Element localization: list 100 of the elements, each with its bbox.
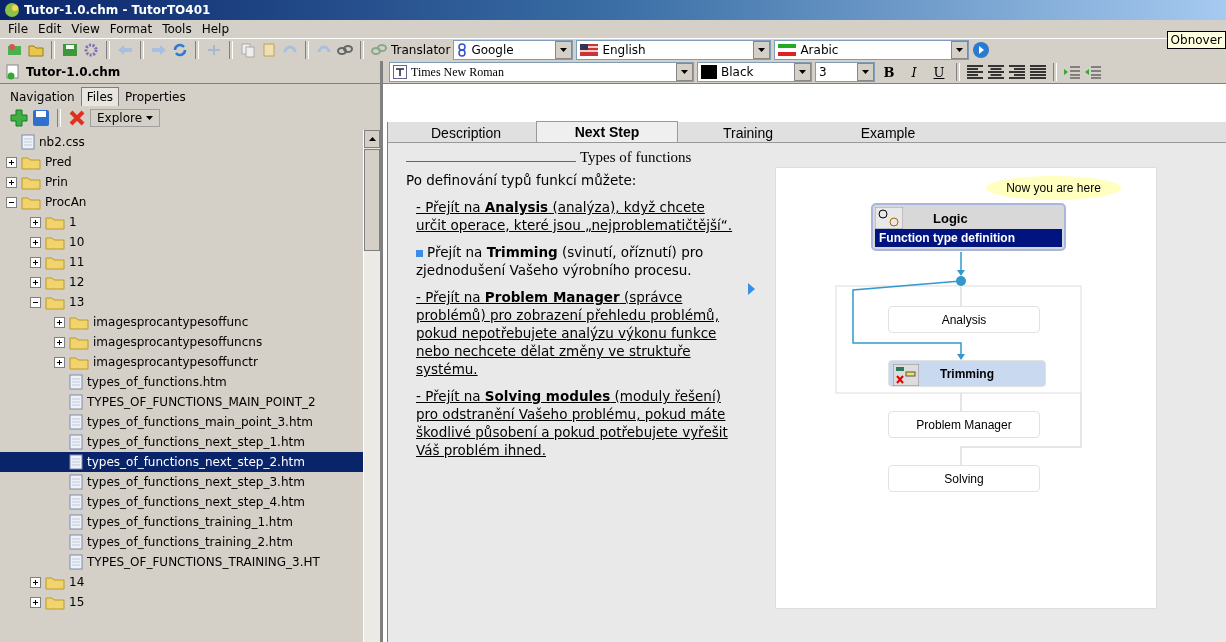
tree-item[interactable]: 15 xyxy=(0,592,363,612)
menu-item[interactable]: Help xyxy=(201,22,230,36)
outdent-icon[interactable] xyxy=(1084,65,1102,79)
tree-item[interactable]: imagesprocantypesoffunctr xyxy=(0,352,363,372)
expander-icon[interactable] xyxy=(6,156,17,168)
source-language-dropdown[interactable]: English xyxy=(576,40,772,60)
explore-button[interactable]: Explore xyxy=(90,109,161,127)
delete-icon[interactable] xyxy=(68,109,86,127)
expander-icon[interactable] xyxy=(54,316,65,328)
logic-icon xyxy=(875,207,903,229)
color-dropdown[interactable]: Black xyxy=(697,62,812,82)
save-icon[interactable] xyxy=(32,109,50,127)
pane-tab[interactable]: Properties xyxy=(119,87,192,106)
folder-icon xyxy=(21,154,41,170)
tree-item[interactable]: 12 xyxy=(0,272,363,292)
section-heading: Types of functions xyxy=(580,149,692,166)
tree-item[interactable]: 13 xyxy=(0,292,363,312)
engine-dropdown[interactable]: Google xyxy=(453,40,574,60)
connector-arrow xyxy=(957,251,965,276)
expander-icon[interactable] xyxy=(30,256,41,268)
tree-item[interactable]: types_of_functions_training_2.htm xyxy=(0,532,363,552)
link[interactable]: - Přejít na Solving modules (moduly řešení) pro odstranění Vašeho problému, pokud máte škodlivé působení a pokud potřebujete vyřešit Váš problém ihned. xyxy=(416,387,736,459)
expander-icon[interactable] xyxy=(54,356,65,368)
expander-icon[interactable] xyxy=(30,596,41,608)
file-icon xyxy=(69,494,83,510)
color-swatch-icon xyxy=(701,65,717,79)
menu-item[interactable]: View xyxy=(71,22,100,36)
style-button[interactable]: I xyxy=(903,63,925,81)
tree-item[interactable]: types_of_functions.htm xyxy=(0,372,363,392)
tree-item[interactable]: ProcAn xyxy=(0,192,363,212)
tree-item[interactable]: 14 xyxy=(0,572,363,592)
tree-item[interactable]: 11 xyxy=(0,252,363,272)
dropdown-arrow-icon xyxy=(758,48,766,52)
node-subtitle: Function type definition xyxy=(875,229,1062,247)
align-center-icon[interactable] xyxy=(987,65,1005,79)
content-tab[interactable]: Next Step xyxy=(536,121,678,142)
indent-icon[interactable] xyxy=(1063,65,1081,79)
font-dropdown[interactable]: Times New Roman xyxy=(389,62,694,82)
tree-item[interactable]: types_of_functions_next_step_4.htm xyxy=(0,492,363,512)
tree-item[interactable]: types_of_functions_next_step_3.htm xyxy=(0,472,363,492)
expander-icon[interactable] xyxy=(30,576,41,588)
scroll-thumb[interactable] xyxy=(364,149,380,251)
tree-item[interactable]: types_of_functions_next_step_2.htm xyxy=(0,452,363,472)
tree-item[interactable]: types_of_functions_next_step_1.htm xyxy=(0,432,363,452)
tree-item[interactable]: TYPES_OF_FUNCTIONS_TRAINING_3.HT xyxy=(0,552,363,572)
style-button[interactable]: U xyxy=(928,63,950,81)
tree-item[interactable]: 1 xyxy=(0,212,363,232)
link-icon[interactable] xyxy=(336,42,354,58)
flag-icon xyxy=(580,44,599,56)
diagram-node: Problem Manager xyxy=(888,411,1040,438)
menu-item[interactable]: Edit xyxy=(38,22,62,36)
content-tab[interactable]: Training xyxy=(678,124,818,142)
file-icon xyxy=(69,534,83,550)
tree-item[interactable]: TYPES_OF_FUNCTIONS_MAIN_POINT_2 xyxy=(0,392,363,412)
expander-icon[interactable] xyxy=(54,336,65,348)
translator-label: Translator xyxy=(391,43,451,57)
expander-icon[interactable] xyxy=(30,296,41,308)
dropdown-arrow-icon xyxy=(681,70,688,74)
app-icon xyxy=(4,2,20,18)
expander-icon[interactable] xyxy=(6,196,17,208)
menu-item[interactable]: File xyxy=(8,22,29,36)
align-left-icon[interactable] xyxy=(966,65,984,79)
scrollbar[interactable] xyxy=(363,130,380,642)
pane-tab[interactable]: Files xyxy=(80,87,120,106)
tree-item[interactable]: types_of_functions_main_point_3.htm xyxy=(0,412,363,432)
tooltip: Obnover xyxy=(1166,31,1226,49)
link[interactable]: - Přejít na Problem Manager (správce problémů) pro zobrazení přehledu problémů, pokud nepotřebujete analýzu výkonu funkce nebo nechcete dělat změny ve struktuře systému. xyxy=(416,288,736,378)
tree-item[interactable]: 10 xyxy=(0,232,363,252)
file-icon xyxy=(69,454,83,470)
go-icon[interactable] xyxy=(972,41,991,59)
tree-item[interactable]: nb2.css xyxy=(0,132,363,152)
justify-icon[interactable] xyxy=(1029,65,1047,79)
target-language-dropdown[interactable]: Arabic xyxy=(774,40,970,60)
expander-icon[interactable] xyxy=(30,236,41,248)
folder-icon xyxy=(45,574,65,590)
save-icon[interactable] xyxy=(61,42,79,58)
menu-item[interactable]: Format xyxy=(109,22,153,36)
menu-item[interactable]: Tools xyxy=(162,22,192,36)
tree-item[interactable]: Prin xyxy=(0,172,363,192)
expander-icon[interactable] xyxy=(6,176,17,188)
intro-text: Po definování typů funkcí můžete: xyxy=(406,172,638,188)
expander-icon[interactable] xyxy=(30,216,41,228)
content-tab[interactable]: Description xyxy=(396,124,536,142)
tree-item[interactable]: Pred xyxy=(0,152,363,172)
pane-tab[interactable]: Navigation xyxy=(4,87,81,106)
gear-icon[interactable] xyxy=(82,42,100,58)
scroll-up-icon[interactable] xyxy=(368,137,376,141)
tree-item[interactable]: imagesprocantypesoffunc xyxy=(0,312,363,332)
style-button[interactable]: B xyxy=(878,63,900,81)
align-right-icon[interactable] xyxy=(1008,65,1026,79)
expander-icon[interactable] xyxy=(30,276,41,288)
size-dropdown[interactable]: 3 xyxy=(815,62,875,82)
tree-item[interactable]: types_of_functions_training_1.htm xyxy=(0,512,363,532)
content-tab[interactable]: Example xyxy=(818,124,958,142)
link[interactable]: - Přejít na Analysis (analýza), když chcete určit operace, které jsou „nejproblematičtější“. xyxy=(416,198,736,234)
add-icon[interactable] xyxy=(10,109,28,127)
current-step-text: Přejít na Trimming (svinutí, oříznutí) pro zjednodušení Vašeho výrobního procesu. xyxy=(416,243,705,279)
tree-item[interactable]: imagesprocantypesoffuncns xyxy=(0,332,363,352)
folder-icon xyxy=(69,334,89,350)
refresh-icon[interactable] xyxy=(171,42,189,58)
